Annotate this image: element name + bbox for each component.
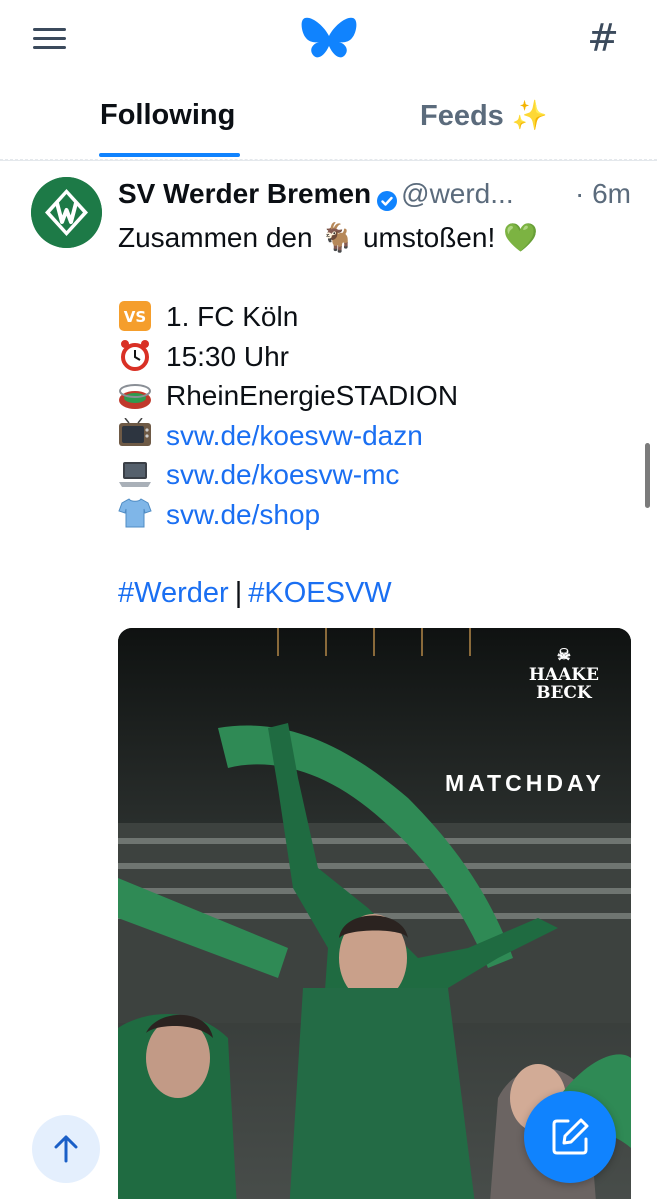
post-text-line: Zusammen den 🐐 umstoßen! 💚	[118, 222, 538, 253]
hashtag-icon[interactable]: #	[580, 14, 626, 62]
compose-button[interactable]	[524, 1091, 616, 1183]
hashtag-koesvw[interactable]: #KOESVW	[248, 577, 391, 609]
author-handle[interactable]: @werd...	[401, 178, 513, 209]
television-icon	[118, 417, 152, 450]
tab-feeds[interactable]: Feeds ✨	[420, 99, 548, 133]
hashtag-werder[interactable]: #Werder	[118, 577, 229, 609]
brand-logo: ☠ HAAKE BECK	[528, 645, 599, 703]
author-name[interactable]: SV Werder Bremen	[118, 178, 371, 209]
post-line-time: 15:30 Uhr	[118, 337, 638, 377]
post-text: Zusammen den 🐐 umstoßen! 💚 VS 1. FC Köln …	[118, 218, 638, 534]
arrow-up-icon	[54, 1135, 78, 1163]
post-line-shop: svw.de/shop	[118, 495, 638, 535]
feed-tabs: Following Feeds ✨	[0, 85, 657, 161]
post-line-opponent: VS 1. FC Köln	[118, 297, 638, 337]
svg-text:VS: VS	[124, 308, 146, 326]
link-shop[interactable]: svw.de/shop	[166, 499, 320, 530]
post-line-mc: svw.de/koesvw-mc	[118, 455, 638, 495]
stadium-icon	[118, 379, 152, 411]
hashtags: #Werder | #KOESVW	[118, 573, 392, 613]
active-tab-indicator	[99, 153, 240, 157]
image-caption: MATCHDAY	[445, 770, 605, 796]
scrollbar[interactable]	[645, 443, 650, 508]
link-dazn[interactable]: svw.de/koesvw-dazn	[166, 420, 423, 451]
compose-pencil-icon	[552, 1118, 589, 1155]
top-bar: #	[0, 0, 657, 80]
shirt-icon	[118, 497, 152, 529]
avatar[interactable]	[31, 177, 102, 248]
post-line-venue: RheinEnergieSTADION	[118, 376, 638, 416]
vs-icon: VS	[118, 300, 152, 332]
butterfly-logo-icon[interactable]	[300, 14, 358, 62]
post-card[interactable]: SV Werder Bremen @werd... · 6m Zusammen d…	[0, 170, 657, 1199]
divider	[0, 159, 657, 162]
tab-following[interactable]: Following	[100, 99, 235, 132]
post-line-dazn: svw.de/koesvw-dazn	[118, 416, 638, 456]
post-timestamp[interactable]: · 6m	[575, 176, 631, 212]
link-mc[interactable]: svw.de/koesvw-mc	[166, 459, 399, 490]
hamburger-menu-icon[interactable]	[30, 24, 70, 54]
post-header: SV Werder Bremen @werd...	[118, 176, 638, 212]
hashtag-separator: |	[234, 577, 243, 609]
scroll-to-top-button[interactable]	[32, 1115, 100, 1183]
laptop-icon	[118, 458, 152, 490]
verified-badge-icon	[377, 184, 398, 211]
alarm-clock-icon	[118, 339, 152, 372]
